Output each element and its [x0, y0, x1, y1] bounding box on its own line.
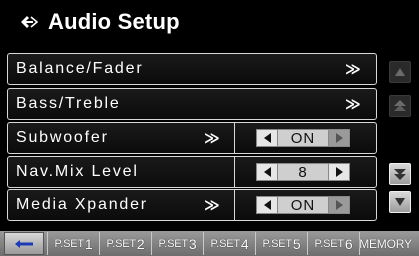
media-xpander-increase-button[interactable] [328, 196, 350, 214]
arrow-left-icon [263, 133, 271, 143]
menu-item-nav-mix-level[interactable]: Nav.Mix Level 8 [7, 156, 377, 188]
divider [234, 123, 235, 153]
preset-number: 2 [136, 235, 145, 252]
menu-item-label: Bass/Treble [16, 95, 121, 112]
scroll-up-button[interactable] [389, 61, 411, 83]
back-button[interactable] [4, 232, 44, 255]
menu-item-label: Media Xpander [16, 196, 148, 213]
double-chevron-up-icon [394, 100, 406, 111]
subwoofer-value: ON [278, 129, 328, 147]
preset-label: P.SET [314, 237, 345, 250]
media-xpander-stepper: ON [256, 195, 350, 215]
preset-label: P.SET [210, 237, 241, 250]
divider [234, 190, 235, 220]
nav-mix-decrease-button[interactable] [256, 163, 278, 181]
nav-mix-stepper: 8 [256, 162, 350, 182]
preset-label: P.SET [54, 237, 85, 250]
arrow-left-icon [263, 167, 271, 177]
page-up-button[interactable] [389, 95, 411, 117]
arrow-left-icon [263, 200, 271, 210]
subwoofer-decrease-button[interactable] [256, 129, 278, 147]
preset-number: 4 [240, 235, 249, 252]
preset-label: P.SET [158, 237, 189, 250]
media-xpander-decrease-button[interactable] [256, 196, 278, 214]
triangle-up-icon [395, 68, 405, 76]
preset-number: 6 [344, 235, 353, 252]
media-xpander-value: ON [278, 196, 328, 214]
preset-4-button[interactable]: P.SET 4 [203, 232, 255, 255]
chevron-right-icon: ≫ [345, 95, 361, 113]
preset-1-button[interactable]: P.SET 1 [47, 232, 99, 255]
nav-mix-increase-button[interactable] [328, 163, 350, 181]
hand-pointer-icon [12, 9, 46, 35]
arrow-right-icon [335, 200, 343, 210]
menu-item-media-xpander[interactable]: Media Xpander ≫ ON [7, 189, 377, 221]
menu-item-subwoofer[interactable]: Subwoofer ≫ ON [7, 122, 377, 154]
chevron-right-icon: ≫ [204, 129, 220, 147]
page-title: Audio Setup [48, 9, 180, 34]
preset-label: P.SET [106, 237, 137, 250]
preset-2-button[interactable]: P.SET 2 [99, 232, 151, 255]
nav-mix-value: 8 [278, 163, 328, 181]
memory-button[interactable]: MEMORY [359, 232, 412, 255]
header: Audio Setup [0, 0, 419, 44]
preset-number: 3 [188, 235, 197, 252]
page-down-button[interactable] [389, 163, 411, 185]
scroll-down-button[interactable] [389, 191, 411, 213]
preset-number: 1 [84, 235, 93, 252]
double-chevron-down-icon [394, 169, 406, 180]
preset-6-button[interactable]: P.SET 6 [307, 232, 359, 255]
subwoofer-increase-button[interactable] [328, 129, 350, 147]
arrow-right-icon [335, 133, 343, 143]
preset-label: P.SET [262, 237, 293, 250]
menu-item-label: Subwoofer [16, 129, 109, 146]
subwoofer-stepper: ON [256, 128, 350, 148]
bottom-bar: P.SET 1 P.SET 2 P.SET 3 P.SET 4 P.SET 5 P.SET… [0, 231, 419, 256]
return-arrow-icon [15, 239, 33, 248]
menu-item-label: Balance/Fader [16, 60, 144, 77]
chevron-right-icon: ≫ [345, 60, 361, 78]
menu-item-label: Nav.Mix Level [16, 163, 139, 180]
divider [234, 157, 235, 187]
menu-item-balance-fader[interactable]: Balance/Fader ≫ [7, 53, 377, 85]
preset-number: 5 [292, 235, 301, 252]
arrow-right-icon [335, 167, 343, 177]
menu-item-bass-treble[interactable]: Bass/Treble ≫ [7, 88, 377, 120]
preset-5-button[interactable]: P.SET 5 [255, 232, 307, 255]
preset-3-button[interactable]: P.SET 3 [151, 232, 203, 255]
triangle-down-icon [395, 198, 405, 206]
chevron-right-icon: ≫ [204, 196, 220, 214]
